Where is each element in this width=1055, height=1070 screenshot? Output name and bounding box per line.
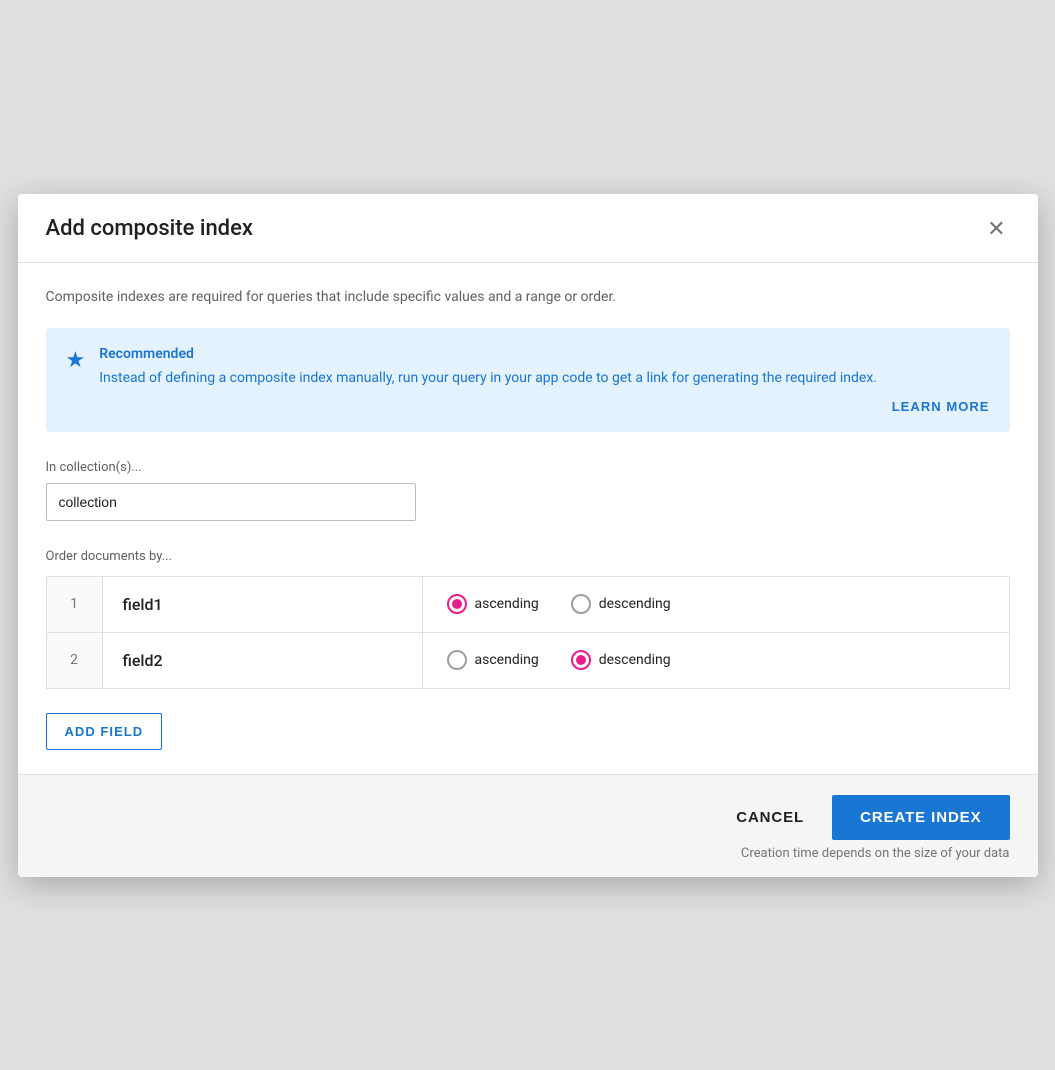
field-number-2: 2 <box>46 632 102 688</box>
field-options-1: ascending descending <box>422 576 1009 632</box>
create-index-button[interactable]: CREATE INDEX <box>832 795 1009 840</box>
field-name-2: field2 <box>102 632 422 688</box>
ascending-option-1[interactable]: ascending <box>447 594 539 614</box>
collection-input[interactable] <box>46 483 416 521</box>
dialog-title: Add composite index <box>46 216 253 241</box>
add-field-button[interactable]: ADD FIELD <box>46 713 163 750</box>
ascending-radio-1[interactable] <box>447 594 467 614</box>
cancel-button[interactable]: CANCEL <box>716 797 824 838</box>
footer-buttons: CANCEL CREATE INDEX <box>716 795 1009 840</box>
recommendation-content: Recommended Instead of defining a compos… <box>99 346 989 414</box>
recommendation-text: Instead of defining a composite index ma… <box>99 368 989 389</box>
table-row: 1 field1 ascending descending <box>46 576 1009 632</box>
field-options-2: ascending descending <box>422 632 1009 688</box>
field-name-1: field1 <box>102 576 422 632</box>
recommendation-title: Recommended <box>99 346 989 362</box>
descending-option-2[interactable]: descending <box>571 650 671 670</box>
close-button[interactable]: ✕ <box>983 214 1009 244</box>
ascending-option-2[interactable]: ascending <box>447 650 539 670</box>
add-composite-index-dialog: Add composite index ✕ Composite indexes … <box>18 194 1038 877</box>
dialog-body: Composite indexes are required for queri… <box>18 263 1038 774</box>
collection-section: In collection(s)... <box>46 460 1010 521</box>
descending-option-1[interactable]: descending <box>571 594 671 614</box>
close-icon: ✕ <box>987 218 1005 240</box>
descending-radio-2[interactable] <box>571 650 591 670</box>
footer-note: Creation time depends on the size of you… <box>741 846 1010 861</box>
order-label: Order documents by... <box>46 549 1010 564</box>
table-row: 2 field2 ascending descending <box>46 632 1009 688</box>
field-number-1: 1 <box>46 576 102 632</box>
descending-label-1: descending <box>599 596 671 612</box>
order-section: Order documents by... 1 field1 ascending <box>46 549 1010 750</box>
dialog-header: Add composite index ✕ <box>18 194 1038 263</box>
descending-label-2: descending <box>599 652 671 668</box>
collection-label: In collection(s)... <box>46 460 1010 475</box>
learn-more-button[interactable]: LEARN MORE <box>892 399 990 414</box>
description-text: Composite indexes are required for queri… <box>46 287 1010 308</box>
fields-table: 1 field1 ascending descending <box>46 576 1010 689</box>
star-icon: ★ <box>66 348 86 373</box>
descending-radio-1[interactable] <box>571 594 591 614</box>
recommendation-box: ★ Recommended Instead of defining a comp… <box>46 328 1010 432</box>
ascending-label-1: ascending <box>475 596 539 612</box>
ascending-label-2: ascending <box>475 652 539 668</box>
dialog-footer: CANCEL CREATE INDEX Creation time depend… <box>18 774 1038 877</box>
ascending-radio-2[interactable] <box>447 650 467 670</box>
